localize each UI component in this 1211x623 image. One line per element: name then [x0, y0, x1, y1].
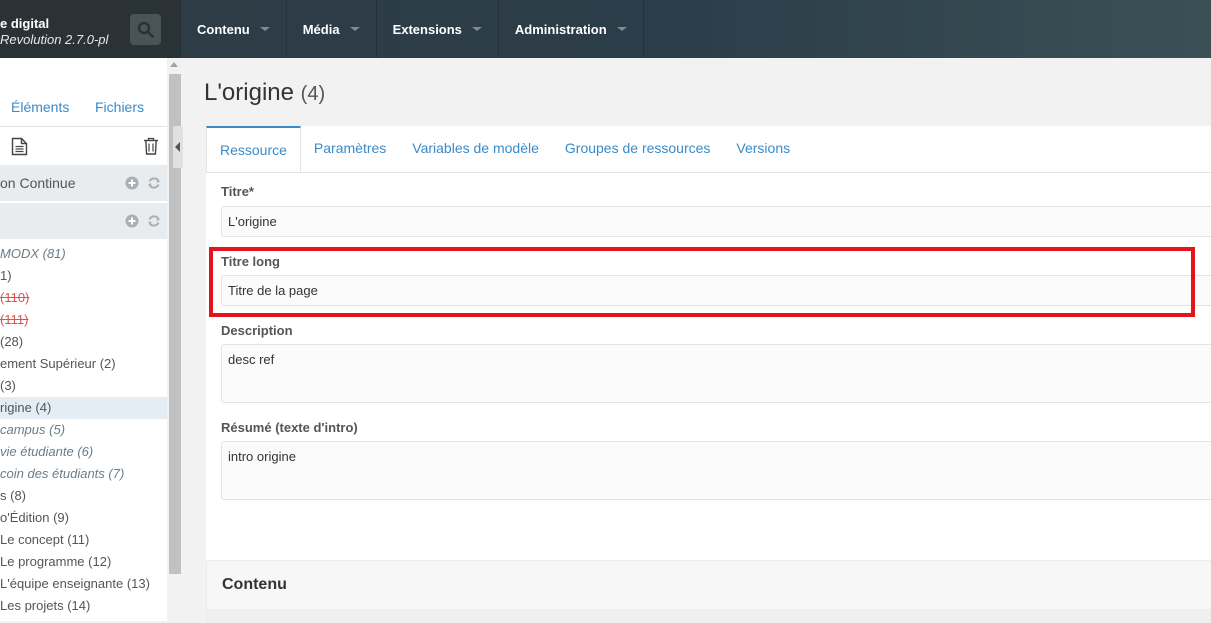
context-row-web[interactable]	[0, 203, 167, 239]
nav-media[interactable]: Média	[287, 0, 377, 58]
chevron-down-icon	[471, 27, 482, 31]
tree-item[interactable]: o'Édition (9)	[0, 507, 69, 529]
context-row-continue[interactable]: on Continue	[0, 165, 167, 201]
main-nav: Contenu Média Extensions Administration	[180, 0, 644, 58]
sidebar-collapse-handle[interactable]	[173, 126, 183, 168]
sidebar-toolbar	[0, 126, 167, 165]
resource-tabs: Ressource Paramètres Variables de modèle…	[206, 126, 803, 172]
brand[interactable]: e digital Revolution 2.7.0-pl	[0, 0, 180, 58]
tree-item[interactable]: (110)	[0, 287, 29, 309]
tab-parametres[interactable]: Paramètres	[301, 126, 399, 170]
page-title: L'origine (4)	[204, 79, 325, 107]
page-title-text: L'origine	[204, 79, 294, 106]
sidebar-tab-elements[interactable]: Éléments	[11, 99, 69, 115]
tab-ressource[interactable]: Ressource	[206, 126, 301, 172]
tree-item[interactable]: vie étudiante (6)	[0, 441, 93, 463]
resume-label: Résumé (texte d'intro)	[221, 420, 358, 435]
tree-item[interactable]: MODX (81)	[0, 243, 66, 265]
nav-label: Extensions	[392, 21, 462, 37]
nav-administration[interactable]: Administration	[499, 0, 644, 58]
highlight-box	[209, 247, 1195, 317]
titre-label: Titre*	[221, 184, 254, 199]
tree-item[interactable]: Le concept (11)	[0, 529, 89, 551]
resource-panel: Ressource Paramètres Variables de modèle…	[206, 126, 1211, 601]
tab-groupes-ressources[interactable]: Groupes de ressources	[552, 126, 724, 170]
context-label: on Continue	[0, 175, 76, 191]
tree-item[interactable]: (28)	[0, 331, 23, 353]
nav-contenu[interactable]: Contenu	[180, 0, 287, 58]
titre-input[interactable]: L'origine	[221, 206, 1211, 237]
trash-icon[interactable]	[143, 137, 159, 155]
tree-item[interactable]: (3)	[0, 375, 16, 397]
nav-extensions[interactable]: Extensions	[377, 0, 499, 58]
tab-variables-modele[interactable]: Variables de modèle	[399, 126, 552, 170]
add-circle-icon[interactable]	[125, 176, 139, 190]
tree-item[interactable]: ement Supérieur (2)	[0, 353, 116, 375]
tree-item[interactable]: 1)	[0, 265, 12, 287]
tree-item[interactable]: (111)	[0, 309, 28, 331]
chevron-down-icon	[259, 27, 270, 31]
nav-label: Administration	[514, 21, 607, 37]
description-textarea[interactable]: desc ref	[221, 344, 1211, 403]
new-document-icon[interactable]	[11, 137, 28, 156]
tree-item[interactable]: campus (5)	[0, 419, 65, 441]
nav-label: Média	[302, 21, 340, 37]
content-section-title: Contenu	[222, 576, 287, 593]
nav-label: Contenu	[197, 21, 250, 37]
modx-version: Revolution 2.7.0-pl	[0, 32, 109, 47]
description-label: Description	[221, 323, 293, 338]
scroll-up-arrow-icon[interactable]	[170, 62, 178, 67]
refresh-icon[interactable]	[147, 176, 161, 190]
page-id-count: (4)	[300, 83, 326, 105]
tree-item[interactable]: s (8)	[0, 485, 26, 507]
resume-textarea[interactable]: intro origine	[221, 441, 1211, 500]
tree-item[interactable]: L'équipe enseignante (13)	[0, 573, 150, 595]
sidebar-tab-files[interactable]: Fichiers	[95, 99, 144, 115]
main-content: L'origine (4) Ressource Paramètres Varia…	[186, 58, 1211, 623]
tree-item-active[interactable]: rigine (4)	[0, 397, 167, 419]
search-button[interactable]	[130, 14, 161, 45]
top-bar: e digital Revolution 2.7.0-pl Contenu Mé…	[0, 0, 1211, 58]
chevron-down-icon	[616, 27, 627, 31]
add-circle-icon[interactable]	[125, 214, 139, 228]
site-name: e digital	[0, 16, 50, 31]
tab-versions[interactable]: Versions	[723, 126, 803, 170]
search-icon	[137, 21, 154, 38]
refresh-icon[interactable]	[147, 214, 161, 228]
sidebar-tabs: Éléments Fichiers	[0, 58, 167, 126]
chevron-down-icon	[349, 27, 360, 31]
resource-form: Titre* L'origine Titre long Titre de la …	[206, 172, 1211, 601]
tree-item[interactable]: Les projets (14)	[0, 595, 90, 617]
tree-item[interactable]: coin des étudiants (7)	[0, 463, 124, 485]
tree-item[interactable]: Le programme (12)	[0, 551, 111, 573]
content-section: Contenu	[206, 560, 1211, 623]
sidebar: Éléments Fichiers on Continue MODX (81) …	[0, 58, 167, 621]
